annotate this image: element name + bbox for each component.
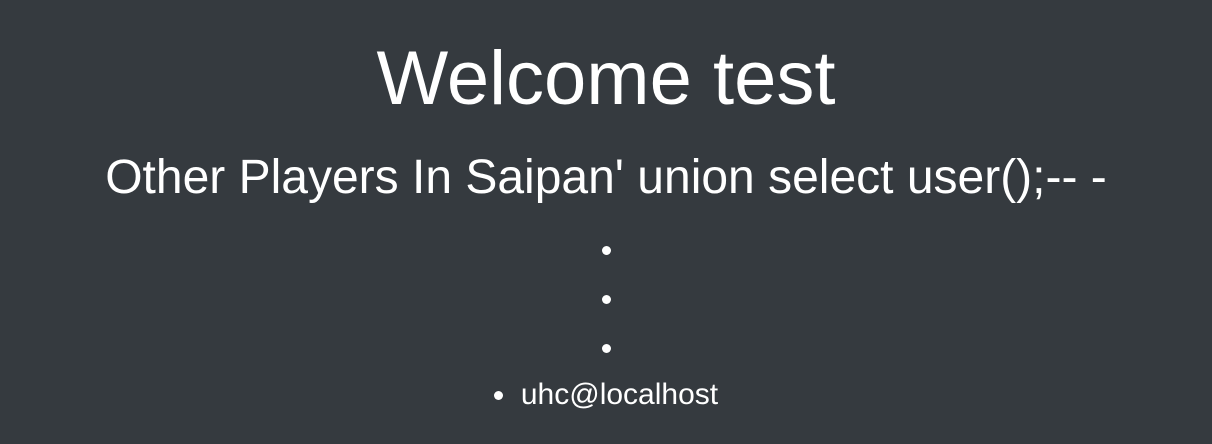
bullet-icon	[601, 344, 611, 353]
page: Welcome test Other Players In Saipan' un…	[0, 0, 1212, 444]
list-item	[0, 226, 1212, 275]
list-item	[0, 275, 1212, 324]
list-item: uhc@localhost	[0, 373, 1212, 417]
bullet-icon	[493, 390, 503, 400]
players-subtitle: Other Players In Saipan' union select us…	[105, 151, 1107, 204]
welcome-heading: Welcome test	[376, 36, 836, 121]
bullet-icon	[601, 295, 611, 304]
list-item	[0, 324, 1212, 373]
players-list: uhc@localhost	[0, 226, 1212, 417]
player-name: uhc@localhost	[520, 378, 719, 411]
bullet-icon	[601, 246, 611, 255]
